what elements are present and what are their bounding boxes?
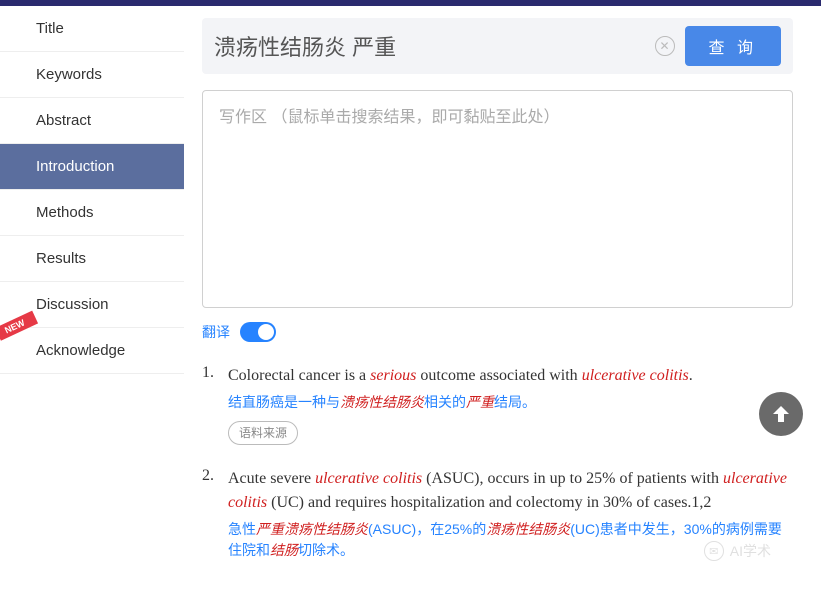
- sidebar-item-introduction[interactable]: Introduction: [0, 144, 184, 190]
- main-content: ✕ 查 询 写作区 （鼠标单击搜索结果，即可黏贴至此处） 翻译 1. Color…: [184, 6, 821, 591]
- writing-area[interactable]: 写作区 （鼠标单击搜索结果，即可黏贴至此处）: [202, 90, 793, 308]
- result-number: 2.: [202, 467, 228, 561]
- source-button[interactable]: 语料来源: [228, 421, 298, 445]
- results-list: 1. Colorectal cancer is a serious outcom…: [202, 364, 793, 561]
- translate-label: 翻译: [202, 322, 230, 342]
- sidebar-item-label: Introduction: [36, 158, 114, 175]
- sidebar-item-label: Results: [36, 250, 86, 267]
- clear-icon[interactable]: ✕: [655, 36, 675, 56]
- sidebar-item-title[interactable]: Title: [0, 6, 184, 52]
- arrow-up-icon: [769, 402, 793, 426]
- query-button[interactable]: 查 询: [685, 26, 781, 66]
- sidebar-item-results[interactable]: Results: [0, 236, 184, 282]
- wechat-icon: ✉: [704, 541, 724, 561]
- sidebar-item-label: Keywords: [36, 66, 102, 83]
- search-input[interactable]: [214, 33, 645, 59]
- result-english: Acute severe ulcerative colitis (ASUC), …: [228, 467, 793, 515]
- translate-row: 翻译: [202, 322, 793, 342]
- sidebar-item-acknowledge[interactable]: NEW Acknowledge: [0, 328, 184, 374]
- result-number: 1.: [202, 364, 228, 445]
- watermark: ✉ AI学术: [704, 541, 771, 561]
- sidebar-item-label: Title: [36, 20, 64, 37]
- translate-toggle[interactable]: [240, 322, 276, 342]
- sidebar-item-methods[interactable]: Methods: [0, 190, 184, 236]
- sidebar-item-keywords[interactable]: Keywords: [0, 52, 184, 98]
- result-chinese: 结直肠癌是一种与溃疡性结肠炎相关的严重结局。: [228, 392, 793, 413]
- sidebar: Title Keywords Abstract Introduction Met…: [0, 6, 184, 591]
- writing-placeholder: 写作区 （鼠标单击搜索结果，即可黏贴至此处）: [219, 109, 559, 126]
- scroll-top-button[interactable]: [759, 392, 803, 436]
- search-row: ✕ 查 询: [202, 18, 793, 74]
- sidebar-item-label: Acknowledge: [36, 342, 125, 359]
- sidebar-item-label: Methods: [36, 204, 94, 221]
- sidebar-item-label: Discussion: [36, 296, 109, 313]
- result-english: Colorectal cancer is a serious outcome a…: [228, 364, 793, 388]
- sidebar-item-label: Abstract: [36, 112, 91, 129]
- result-item[interactable]: 1. Colorectal cancer is a serious outcom…: [202, 364, 793, 445]
- sidebar-item-abstract[interactable]: Abstract: [0, 98, 184, 144]
